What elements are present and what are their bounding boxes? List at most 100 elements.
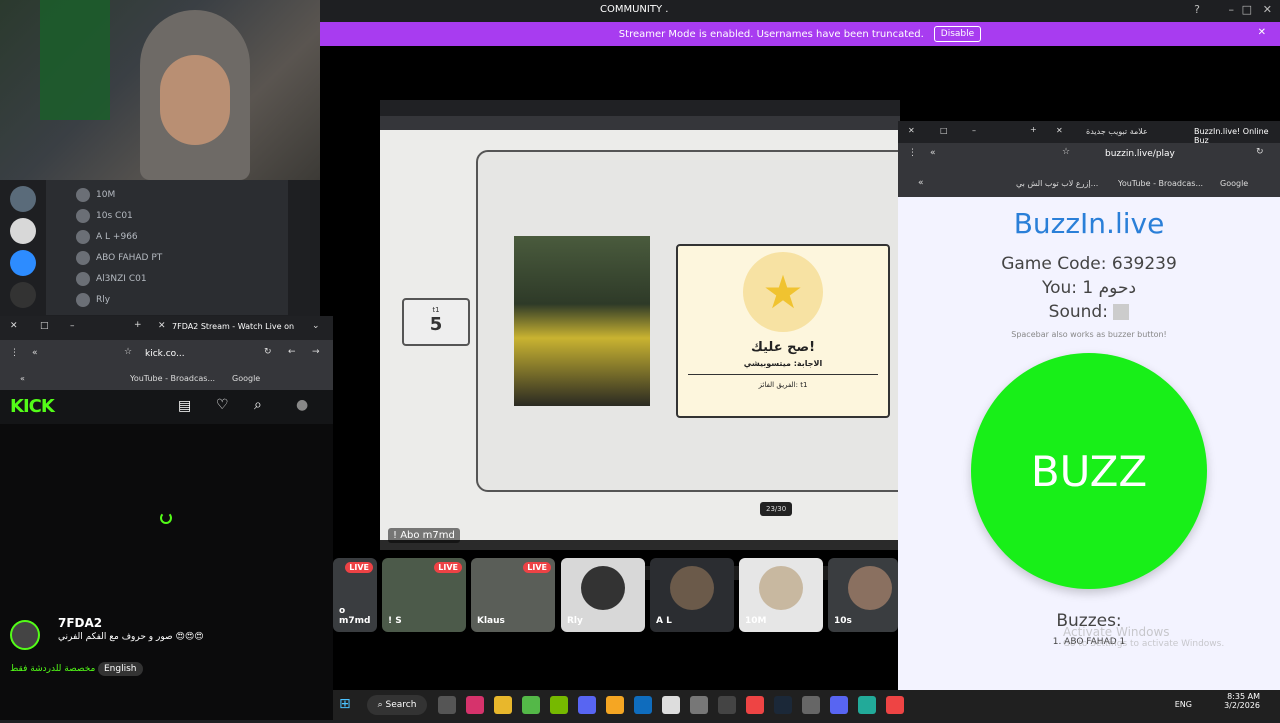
disable-button[interactable]: Disable — [933, 26, 982, 42]
minimize-icon[interactable]: – — [70, 321, 75, 331]
server-name: COMMUNITY . — [600, 4, 669, 15]
app-icon[interactable] — [662, 696, 680, 714]
participant-tile[interactable]: Rly — [561, 558, 645, 632]
server-icon[interactable] — [10, 218, 36, 244]
new-tab-icon[interactable]: + — [1030, 125, 1037, 134]
app-icon[interactable] — [466, 696, 484, 714]
app-icon[interactable] — [718, 696, 736, 714]
reload-icon[interactable]: ↻ — [264, 347, 272, 357]
help-icon[interactable]: ? — [1194, 3, 1200, 16]
reload-icon[interactable]: ↻ — [1256, 147, 1264, 157]
taskbar-search[interactable]: ⌕ Search — [367, 695, 427, 715]
steam-icon[interactable] — [774, 696, 792, 714]
app-icon[interactable] — [550, 696, 568, 714]
app-icon[interactable] — [438, 696, 456, 714]
participant-label: ! S — [388, 616, 402, 626]
loading-spinner — [160, 512, 172, 524]
stream-title: صور و حروف مع الفكم الفرني 😍😍😍 — [58, 632, 204, 642]
app-icon[interactable] — [606, 696, 624, 714]
avatar — [76, 187, 90, 202]
folder-icon[interactable] — [494, 696, 512, 714]
app-icon[interactable] — [858, 696, 876, 714]
heart-icon[interactable]: ♡ — [216, 397, 229, 413]
bookmark-youtube[interactable]: YouTube - Broadcas... — [130, 374, 215, 383]
live-badge: LIVE — [345, 562, 373, 573]
following-icon[interactable]: ▤ — [178, 398, 191, 414]
app-icon[interactable] — [830, 696, 848, 714]
tab-close-icon[interactable]: ✕ — [158, 321, 166, 331]
buzz-button[interactable]: BUZZ — [971, 353, 1207, 589]
menu-icon[interactable]: ⋮ — [908, 148, 917, 158]
channel-name[interactable]: 7FDA2 — [58, 616, 102, 630]
channel-avatar[interactable] — [10, 620, 40, 650]
maximize-icon[interactable]: □ — [40, 321, 49, 331]
windows-start-icon[interactable]: ⊞ — [339, 696, 351, 712]
sound-row: Sound: — [898, 302, 1280, 322]
close-icon[interactable]: ✕ — [908, 126, 915, 135]
kick-nav: KICK ▤ ♡ ⌕ ● — [0, 390, 333, 424]
avatar — [76, 271, 90, 286]
close-icon[interactable]: ✕ — [10, 321, 18, 331]
bookmarks-expand-icon[interactable]: « — [918, 178, 924, 188]
forward-icon[interactable]: → — [312, 347, 320, 357]
browser-tabbar: ✕ □ – + ✕ 7FDA2 Stream - Watch Live on ⌄ — [0, 316, 333, 340]
tab-close-icon[interactable]: ✕ — [1056, 126, 1063, 135]
tab-list-icon[interactable]: ⌄ — [312, 321, 320, 331]
tab-kick[interactable]: 7FDA2 Stream - Watch Live on — [172, 322, 294, 331]
server-icon[interactable] — [10, 250, 36, 276]
banner-close-icon[interactable]: ✕ — [1258, 27, 1266, 38]
bookmark-google[interactable]: Google — [232, 374, 260, 383]
chrome-icon[interactable] — [886, 696, 904, 714]
participant-tile[interactable]: 10M — [739, 558, 823, 632]
app-icon[interactable] — [634, 696, 652, 714]
kick-logo[interactable]: KICK — [10, 396, 55, 417]
new-tab-icon[interactable]: + — [134, 320, 142, 330]
shared-browser-tabs — [380, 100, 900, 116]
back-double-icon[interactable]: « — [930, 148, 936, 158]
participant-tile[interactable]: LIVE Klaus — [471, 558, 555, 632]
bookmark-google[interactable]: Google — [1220, 179, 1248, 188]
chrome-icon[interactable] — [746, 696, 764, 714]
banner-text: Streamer Mode is enabled. Usernames have… — [618, 28, 924, 40]
url-field[interactable]: buzzin.live/play — [1105, 149, 1175, 159]
bookmark-youtube[interactable]: YouTube - Broadcas... — [1118, 179, 1203, 188]
system-clock[interactable]: 8:35 AM 3/2/2026 — [1224, 692, 1260, 710]
bookmarks-expand-icon[interactable]: « — [20, 374, 25, 383]
maximize-icon[interactable]: □ — [940, 126, 948, 135]
star-icon[interactable]: ☆ — [1062, 147, 1070, 157]
avatar[interactable]: ● — [296, 397, 308, 413]
participant-tile[interactable]: LIVE ! S — [382, 558, 466, 632]
search-icon[interactable]: ⌕ — [254, 397, 262, 413]
server-icon[interactable] — [10, 282, 36, 308]
share-name-label: ! Abo m7md — [388, 528, 460, 543]
minimize-icon[interactable]: – — [972, 126, 976, 135]
close-icon[interactable]: ✕ — [1263, 3, 1272, 16]
minimize-icon[interactable]: – — [1229, 3, 1235, 16]
live-badge: LIVE — [434, 562, 462, 573]
tab-new[interactable]: علامة تبويب جديدة — [1086, 127, 1148, 136]
category-tag[interactable]: مخصصة للدردشة فقط — [10, 664, 95, 674]
back-double-icon[interactable]: « — [32, 348, 38, 358]
bookmark-item[interactable]: إزرع لاب توب الش بي... — [1016, 179, 1098, 188]
server-sidebar — [0, 180, 46, 315]
menu-icon[interactable]: ⋮ — [10, 348, 19, 358]
server-icon[interactable] — [10, 186, 36, 212]
screen-share[interactable]: t1 5 ★ صح عليك! الاجابة: ميتسوبيشي الفري… — [380, 100, 916, 580]
star-icon[interactable]: ☆ — [124, 347, 132, 357]
app-icon[interactable] — [522, 696, 540, 714]
app-icon[interactable] — [690, 696, 708, 714]
url-field[interactable]: kick.co... — [145, 349, 185, 359]
activate-title: Activate Windows — [1063, 625, 1170, 639]
avatar — [76, 292, 90, 307]
participant-tile[interactable]: A L — [650, 558, 734, 632]
discord-icon[interactable] — [578, 696, 596, 714]
app-icon[interactable] — [802, 696, 820, 714]
language-tag[interactable]: English — [98, 662, 143, 676]
participant-label: o m7md — [339, 606, 371, 626]
back-icon[interactable]: ← — [288, 347, 296, 357]
participant-tile[interactable]: 10s — [828, 558, 898, 632]
participant-tile[interactable]: LIVE o m7md — [333, 558, 377, 632]
maximize-icon[interactable]: □ — [1242, 3, 1252, 16]
language-indicator[interactable]: ENG — [1175, 700, 1192, 709]
sound-checkbox[interactable] — [1113, 304, 1130, 320]
